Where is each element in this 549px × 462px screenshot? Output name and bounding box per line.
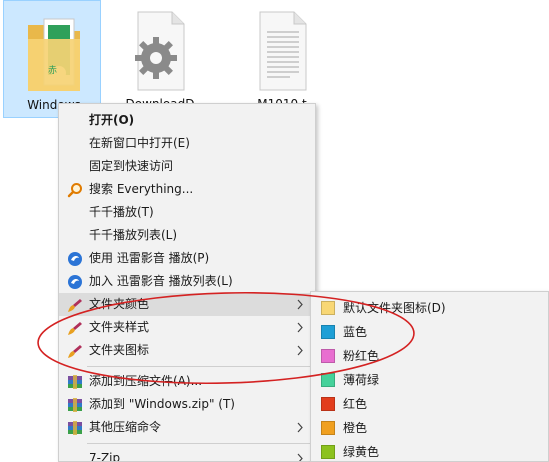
archive-icon <box>68 421 82 435</box>
menu-item-xunlei-playlist[interactable]: 加入 迅雷影音 播放列表(L) <box>59 270 315 293</box>
magnifier-icon <box>67 183 82 198</box>
menu-item-label: 添加到压缩文件(A)... <box>89 374 203 388</box>
menu-item-label: 固定到快速访问 <box>89 159 174 173</box>
color-option-label: 粉红色 <box>343 349 380 363</box>
menu-item-add-to-archive[interactable]: 添加到压缩文件(A)... <box>59 370 315 393</box>
desktop: 赤 Windows DownloadD <box>0 0 549 462</box>
menu-item-label: 千千播放列表(L) <box>89 228 178 242</box>
menu-item-label: 7-Zip <box>89 451 121 462</box>
color-option-blue[interactable]: 蓝色 <box>311 320 548 344</box>
color-option-label: 绿黄色 <box>343 445 380 459</box>
folder-item-windows[interactable]: 赤 Windows <box>3 0 101 118</box>
menu-item-folder-icon[interactable]: 文件夹图标 <box>59 339 315 362</box>
menu-item-pin-quick-access[interactable]: 固定到快速访问 <box>59 155 315 178</box>
xunlei-icon <box>68 275 82 289</box>
menu-item-folder-style[interactable]: 文件夹样式 <box>59 316 315 339</box>
menu-item-label: 在新窗口中打开(E) <box>89 136 190 150</box>
color-option-orange[interactable]: 橙色 <box>311 416 548 440</box>
menu-item-label: 搜索 Everything... <box>89 182 194 196</box>
folder-swatch-icon <box>321 421 335 435</box>
menu-item-other-compression[interactable]: 其他压缩命令 <box>59 416 315 439</box>
color-option-pink[interactable]: 粉红色 <box>311 344 548 368</box>
menu-item-qianqian-playlist[interactable]: 千千播放列表(L) <box>59 224 315 247</box>
svg-text:赤: 赤 <box>48 65 57 76</box>
paintbrush-icon <box>68 345 82 358</box>
menu-item-label: 使用 迅雷影音 播放(P) <box>89 251 210 265</box>
menu-item-qianqian-play[interactable]: 千千播放(T) <box>59 201 315 224</box>
menu-item-label: 加入 迅雷影音 播放列表(L) <box>89 274 233 288</box>
xunlei-icon <box>68 252 82 266</box>
menu-separator <box>87 366 311 367</box>
color-option-label: 薄荷绿 <box>343 373 380 387</box>
menu-item-search-everything[interactable]: 搜索 Everything... <box>59 178 315 201</box>
folder-swatch-icon <box>321 325 335 339</box>
menu-item-label: 文件夹样式 <box>89 320 150 334</box>
file-item-download[interactable]: DownloadD <box>110 0 208 118</box>
menu-item-open[interactable]: 打开(O) <box>59 109 315 132</box>
menu-item-add-to-windows-zip[interactable]: 添加到 "Windows.zip" (T) <box>59 393 315 416</box>
text-file-icon <box>259 11 307 91</box>
menu-item-7zip[interactable]: 7-Zip <box>59 447 315 462</box>
color-option-yellow-green[interactable]: 绿黄色 <box>311 440 548 461</box>
folder-icon: 赤 <box>28 18 80 91</box>
color-option-label: 橙色 <box>343 421 368 435</box>
menu-separator <box>87 443 311 444</box>
archive-icon <box>68 398 82 412</box>
color-option-label: 蓝色 <box>343 325 368 339</box>
folder-color-submenu: 默认文件夹图标(D) 蓝色 粉红色 薄荷绿 红色 橙色 绿黄色 <box>310 291 549 462</box>
folder-swatch-icon <box>321 397 335 411</box>
chevron-right-icon <box>297 345 303 356</box>
menu-item-folder-color[interactable]: 文件夹颜色 <box>59 293 315 316</box>
settings-file-icon <box>135 11 185 91</box>
menu-item-open-new-window[interactable]: 在新窗口中打开(E) <box>59 132 315 155</box>
folder-swatch-icon <box>321 373 335 387</box>
color-option-default[interactable]: 默认文件夹图标(D) <box>311 296 548 320</box>
chevron-right-icon <box>297 422 303 433</box>
color-option-red[interactable]: 红色 <box>311 392 548 416</box>
menu-item-label: 打开(O) <box>89 113 135 127</box>
file-item-m1010[interactable]: M1010.t <box>232 0 330 118</box>
archive-icon <box>68 375 82 389</box>
color-option-label: 默认文件夹图标(D) <box>343 301 446 315</box>
menu-item-xunlei-play[interactable]: 使用 迅雷影音 播放(P) <box>59 247 315 270</box>
chevron-right-icon <box>297 299 303 310</box>
menu-item-label: 千千播放(T) <box>89 205 154 219</box>
menu-item-label: 文件夹颜色 <box>89 297 150 311</box>
color-option-label: 红色 <box>343 397 368 411</box>
menu-item-label: 其他压缩命令 <box>89 420 162 434</box>
menu-item-label: 文件夹图标 <box>89 343 150 357</box>
chevron-right-icon <box>297 453 303 461</box>
color-option-mint[interactable]: 薄荷绿 <box>311 368 548 392</box>
chevron-right-icon <box>297 322 303 333</box>
folder-swatch-icon <box>321 445 335 459</box>
context-menu: 打开(O) 在新窗口中打开(E) 固定到快速访问 搜索 Everything..… <box>58 103 316 462</box>
folder-swatch-icon <box>321 349 335 363</box>
paintbrush-icon <box>68 322 82 335</box>
folder-swatch-icon <box>321 301 335 315</box>
paintbrush-icon <box>68 299 82 312</box>
menu-item-label: 添加到 "Windows.zip" (T) <box>89 397 235 411</box>
